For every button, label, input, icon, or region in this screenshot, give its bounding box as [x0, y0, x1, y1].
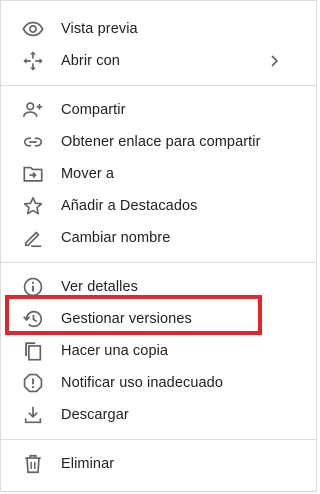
- trash-icon: [22, 453, 44, 475]
- menu-divider: [1, 85, 316, 86]
- menu-group-details: Ver detalles Gestionar versiones Hacer u…: [1, 271, 316, 431]
- history-icon: [22, 308, 44, 330]
- menu-item-label: Gestionar versiones: [61, 311, 192, 327]
- menu-item-delete[interactable]: Eliminar: [1, 448, 316, 480]
- chevron-right-icon: [269, 54, 279, 68]
- menu-item-label: Abrir con: [61, 53, 120, 69]
- menu-item-preview[interactable]: Vista previa: [1, 13, 316, 45]
- menu-item-label: Eliminar: [61, 456, 115, 472]
- menu-item-label: Descargar: [61, 407, 129, 423]
- report-icon: [22, 372, 44, 394]
- menu-item-get-link[interactable]: Obtener enlace para compartir: [1, 126, 316, 158]
- menu-item-open-with[interactable]: Abrir con: [1, 45, 316, 77]
- menu-item-view-details[interactable]: Ver detalles: [1, 271, 316, 303]
- menu-group-organize: Compartir Obtener enlace para compartir …: [1, 94, 316, 254]
- link-icon: [22, 131, 44, 153]
- menu-group-open: Vista previa Abrir con: [1, 1, 316, 77]
- menu-item-rename[interactable]: Cambiar nombre: [1, 222, 316, 254]
- menu-item-make-copy[interactable]: Hacer una copia: [1, 335, 316, 367]
- add-person-icon: [22, 99, 44, 121]
- menu-item-label: Hacer una copia: [61, 343, 169, 359]
- menu-item-label: Cambiar nombre: [61, 230, 171, 246]
- pencil-icon: [22, 227, 44, 249]
- eye-icon: [22, 18, 44, 40]
- download-icon: [22, 404, 44, 426]
- menu-item-label: Mover a: [61, 166, 115, 182]
- menu-item-manage-versions[interactable]: Gestionar versiones: [1, 303, 316, 335]
- menu-item-download[interactable]: Descargar: [1, 399, 316, 431]
- menu-group-delete: Eliminar: [1, 448, 316, 480]
- menu-item-label: Obtener enlace para compartir: [61, 134, 261, 150]
- menu-item-label: Vista previa: [61, 21, 138, 37]
- star-outline-icon: [22, 195, 44, 217]
- menu-divider: [1, 262, 316, 263]
- info-icon: [22, 276, 44, 298]
- menu-item-label: Ver detalles: [61, 279, 138, 295]
- move-arrows-icon: [22, 50, 44, 72]
- menu-item-label: Notificar uso inadecuado: [61, 375, 223, 391]
- menu-divider: [1, 439, 316, 440]
- menu-item-move-to[interactable]: Mover a: [1, 158, 316, 190]
- menu-item-report-abuse[interactable]: Notificar uso inadecuado: [1, 367, 316, 399]
- context-menu: Vista previa Abrir con Compartir Obtener…: [0, 0, 317, 492]
- menu-item-add-starred[interactable]: Añadir a Destacados: [1, 190, 316, 222]
- menu-item-label: Añadir a Destacados: [61, 198, 198, 214]
- copy-icon: [22, 340, 44, 362]
- menu-item-label: Compartir: [61, 102, 126, 118]
- folder-move-icon: [22, 163, 44, 185]
- menu-item-share[interactable]: Compartir: [1, 94, 316, 126]
